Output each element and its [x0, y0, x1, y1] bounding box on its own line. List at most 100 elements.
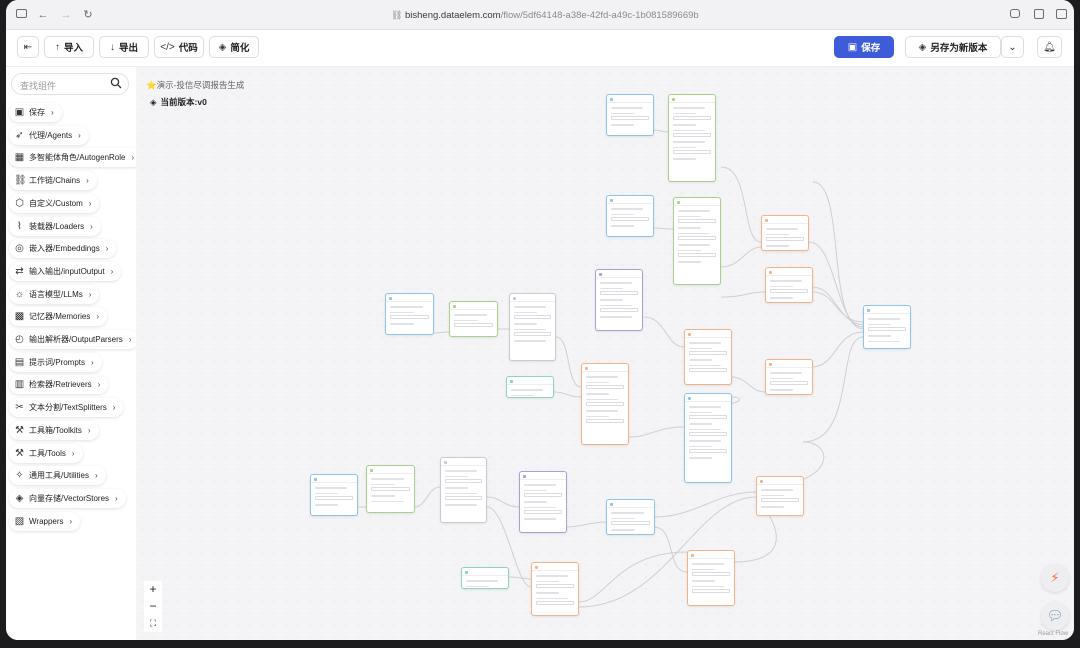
- node-header[interactable]: [311, 475, 357, 483]
- node-header[interactable]: [596, 270, 642, 278]
- zoom-in-button[interactable]: +: [144, 581, 162, 598]
- code-button[interactable]: </> 代码: [154, 36, 204, 58]
- node-header[interactable]: [766, 360, 812, 368]
- sidebar-item-5[interactable]: ⌇ 装载器/Loaders ›: [9, 216, 101, 236]
- version-dropdown-button[interactable]: ⌄: [1001, 36, 1024, 58]
- flow-node[interactable]: [506, 376, 554, 398]
- node-field[interactable]: [536, 584, 574, 588]
- back-arrow-icon[interactable]: ←: [37, 9, 49, 21]
- node-field[interactable]: [611, 116, 649, 120]
- node-header[interactable]: [674, 198, 720, 206]
- flow-node[interactable]: [673, 197, 721, 285]
- edge[interactable]: [555, 336, 582, 388]
- edge[interactable]: [653, 526, 688, 573]
- component-search-input[interactable]: 查找组件: [11, 73, 129, 95]
- node-field[interactable]: [524, 493, 562, 497]
- search-icon[interactable]: [110, 77, 122, 89]
- node-header[interactable]: [450, 302, 497, 310]
- node-field[interactable]: [689, 432, 727, 436]
- node-field[interactable]: [536, 601, 574, 605]
- save-button[interactable]: ▣ 保存: [834, 36, 894, 58]
- edge[interactable]: [508, 576, 532, 580]
- node-header[interactable]: [607, 500, 654, 508]
- sidebar-item-3[interactable]: ⛓ 工作链/Chains ›: [9, 171, 97, 191]
- node-field[interactable]: [692, 572, 730, 576]
- sidebar-item-10[interactable]: ◴ 输出解析器/OutputParsers ›: [9, 330, 140, 349]
- node-header[interactable]: [864, 306, 910, 314]
- node-field[interactable]: [454, 323, 493, 327]
- address-bar[interactable]: ⛓ bisheng.dataelem.com/flow/5df64148-a38e…: [391, 8, 699, 23]
- flow-node[interactable]: [668, 94, 716, 182]
- reader-icon[interactable]: [1033, 9, 1045, 21]
- simplify-button[interactable]: ◈ 简化: [209, 36, 259, 58]
- edge[interactable]: [553, 391, 582, 398]
- sidebar-item-11[interactable]: ▤ 提示词/Prompts ›: [9, 352, 102, 372]
- sidebar-item-4[interactable]: ⬡ 自定义/Custom ›: [9, 193, 100, 213]
- flow-node[interactable]: [366, 465, 415, 513]
- node-header[interactable]: [520, 472, 566, 480]
- node-field[interactable]: [586, 402, 624, 406]
- edge[interactable]: [653, 129, 669, 133]
- edge[interactable]: [565, 521, 607, 528]
- edge[interactable]: [653, 491, 757, 518]
- node-header[interactable]: [766, 268, 812, 276]
- node-header[interactable]: [532, 563, 578, 571]
- split-view-icon[interactable]: [1055, 9, 1067, 21]
- lightning-fab[interactable]: ⚡︎: [1041, 564, 1069, 592]
- node-field[interactable]: [586, 419, 624, 423]
- flow-node[interactable]: [519, 471, 567, 533]
- flow-node[interactable]: [440, 457, 487, 523]
- forward-arrow-icon[interactable]: →: [60, 9, 72, 21]
- node-field[interactable]: [514, 315, 551, 319]
- import-button[interactable]: ↑ 导入: [44, 36, 94, 58]
- node-header[interactable]: [386, 294, 433, 302]
- sidebar-item-13[interactable]: ✂ 文本分割/TextSplitters ›: [9, 398, 124, 418]
- flow-node[interactable]: [461, 567, 509, 589]
- edge[interactable]: [811, 331, 864, 368]
- node-field[interactable]: [689, 449, 727, 453]
- flow-node[interactable]: [606, 499, 655, 535]
- node-field[interactable]: [692, 589, 730, 593]
- sidebar-item-0[interactable]: ▣ 保存 ›: [9, 103, 62, 122]
- sidebar-item-9[interactable]: ▩ 记忆器/Memories ›: [9, 307, 108, 327]
- node-field[interactable]: [524, 510, 562, 514]
- node-field[interactable]: [770, 381, 808, 385]
- node-field[interactable]: [611, 521, 650, 525]
- node-field[interactable]: [689, 415, 727, 419]
- flow-node[interactable]: [765, 267, 813, 303]
- sidebar-item-1[interactable]: ➶ 代理/Agents ›: [9, 125, 89, 145]
- edge[interactable]: [720, 166, 762, 243]
- node-field[interactable]: [689, 351, 727, 355]
- sidebar-item-17[interactable]: ◈ 向量存储/VectorStores ›: [9, 488, 126, 508]
- edge[interactable]: [720, 246, 762, 268]
- node-field[interactable]: [514, 332, 551, 336]
- node-header[interactable]: [367, 466, 414, 474]
- node-header[interactable]: [685, 394, 731, 402]
- flow-canvas[interactable]: ⭐演示-投信尽调报告生成 ◈ 当前版本:v0 + − ⛶ ⚡︎ 💬︎ React…: [136, 67, 1074, 640]
- edge[interactable]: [653, 227, 674, 230]
- sidebar-item-18[interactable]: ▧ Wrappers ›: [9, 511, 81, 531]
- flow-node[interactable]: [756, 476, 804, 516]
- node-header[interactable]: [462, 568, 508, 576]
- node-field[interactable]: [315, 496, 353, 500]
- node-field[interactable]: [678, 236, 716, 240]
- flow-node[interactable]: [687, 550, 735, 606]
- sidebar-item-16[interactable]: ✧ 通用工具/Utilities ›: [9, 466, 106, 486]
- node-header[interactable]: [685, 330, 731, 338]
- node-field[interactable]: [868, 327, 906, 331]
- exit-button[interactable]: ⇤: [17, 36, 39, 58]
- flow-node[interactable]: [684, 393, 732, 483]
- node-header[interactable]: [510, 294, 555, 302]
- node-field[interactable]: [586, 385, 624, 389]
- flow-node[interactable]: [684, 329, 732, 385]
- node-header[interactable]: [582, 364, 628, 372]
- flow-node[interactable]: [606, 195, 654, 237]
- node-field[interactable]: [673, 116, 711, 120]
- fit-view-button[interactable]: ⛶: [144, 615, 162, 632]
- edge[interactable]: [433, 331, 450, 334]
- node-field[interactable]: [770, 289, 808, 293]
- flow-node[interactable]: [449, 301, 498, 337]
- edge[interactable]: [720, 291, 766, 298]
- node-field[interactable]: [678, 219, 716, 223]
- node-field[interactable]: [600, 308, 638, 312]
